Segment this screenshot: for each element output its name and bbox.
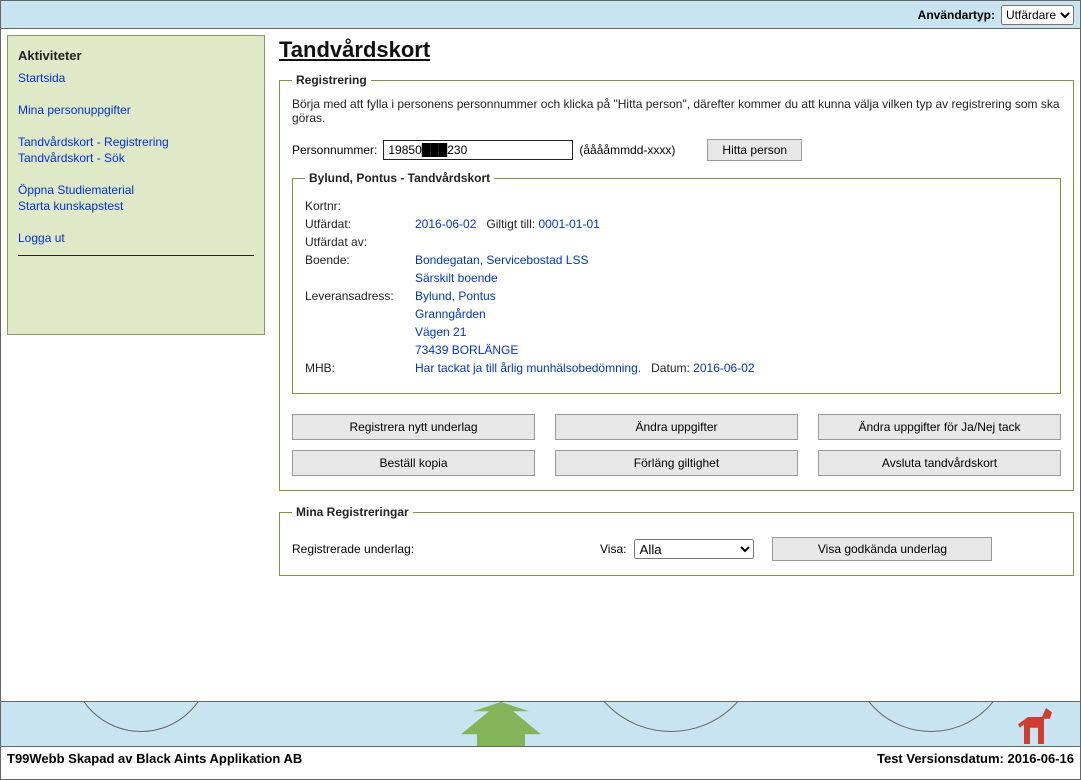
giltigt-label: Giltigt till: <box>486 217 535 231</box>
footer-decor <box>1 701 1080 747</box>
kortnr-label: Kortnr: <box>305 199 415 213</box>
sidebar-item-studiematerial[interactable]: Öppna Studiematerial <box>18 183 254 197</box>
personnummer-hint: (ååååmmdd-xxxx) <box>579 143 675 157</box>
registrerade-underlag-label: Registrerade underlag: <box>292 542 592 556</box>
personnummer-input[interactable] <box>383 140 573 160</box>
footer-right: Test Versionsdatum: 2016-06-16 <box>877 751 1074 766</box>
tree-icon <box>461 702 541 747</box>
visa-label: Visa: <box>600 542 626 556</box>
mhb-label: MHB: <box>305 361 415 375</box>
footer-left: T99Webb Skapad av Black Aints Applikatio… <box>7 751 302 766</box>
hitta-person-button[interactable]: Hitta person <box>707 139 802 161</box>
tandvardskort-legend: Bylund, Pontus - Tandvårdskort <box>305 171 494 185</box>
registrering-instruction: Börja med att fylla i personens personnu… <box>292 97 1061 125</box>
user-type-select[interactable]: Utfärdare <box>1001 5 1074 25</box>
leverans-line2: Granngården <box>415 307 486 321</box>
mhb-text: Har tackat ja till årlig munhälsobedömni… <box>415 361 641 375</box>
dala-horse-icon <box>1018 708 1058 744</box>
registrera-nytt-underlag-button[interactable]: Registrera nytt underlag <box>292 414 535 440</box>
leverans-line3: Vägen 21 <box>415 325 466 339</box>
boende-label: Boende: <box>305 253 415 267</box>
visa-select[interactable]: Alla <box>634 539 754 559</box>
content-area: Aktiviteter Startsida Mina personuppgift… <box>1 29 1080 701</box>
forlang-giltighet-button[interactable]: Förläng giltighet <box>555 450 798 476</box>
mina-legend: Mina Registreringar <box>292 505 413 519</box>
leverans-line1: Bylund, Pontus <box>415 289 496 303</box>
footer-bar: T99Webb Skapad av Black Aints Applikatio… <box>1 747 1080 770</box>
main-area: Tandvårdskort Registrering Börja med att… <box>279 35 1074 695</box>
mhb-datum-label: Datum: <box>651 361 690 375</box>
giltigt-value: 0001-01-01 <box>538 217 599 231</box>
tandvardskort-fieldset: Bylund, Pontus - Tandvårdskort Kortnr: U… <box>292 171 1061 394</box>
utfardat-av-label: Utfärdat av: <box>305 235 415 249</box>
topbar: Användartyp: Utfärdare <box>1 1 1080 29</box>
sidebar-item-startsida[interactable]: Startsida <box>18 71 254 85</box>
leverans-label: Leveransadress: <box>305 289 415 303</box>
registrering-legend: Registrering <box>292 73 371 87</box>
utfardat-value: 2016-06-02 <box>415 217 476 231</box>
mina-registreringar-fieldset: Mina Registreringar Registrerade underla… <box>279 505 1074 576</box>
leverans-line4: 73439 BORLÄNGE <box>415 343 518 357</box>
sidebar-item-loggaut[interactable]: Logga ut <box>18 231 254 245</box>
visa-godkanda-button[interactable]: Visa godkända underlag <box>772 537 992 561</box>
andra-uppgifter-button[interactable]: Ändra uppgifter <box>555 414 798 440</box>
sidebar-divider <box>18 255 254 256</box>
registrering-fieldset: Registrering Börja med att fylla i perso… <box>279 73 1074 491</box>
sidebar: Aktiviteter Startsida Mina personuppgift… <box>7 35 265 335</box>
sidebar-title: Aktiviteter <box>18 48 254 63</box>
avsluta-tandvardskort-button[interactable]: Avsluta tandvårdskort <box>818 450 1061 476</box>
boende-value1: Bondegatan, Servicebostad LSS <box>415 253 588 267</box>
sidebar-item-personuppgifter[interactable]: Mina personuppgifter <box>18 103 254 117</box>
personnummer-label: Personnummer: <box>292 143 377 157</box>
sidebar-item-registrering[interactable]: Tandvårdskort - Registrering <box>18 135 254 149</box>
user-type-label: Användartyp: <box>918 8 995 22</box>
utfardat-label: Utfärdat: <box>305 217 415 231</box>
bestall-kopia-button[interactable]: Beställ kopia <box>292 450 535 476</box>
mhb-datum-value: 2016-06-02 <box>693 361 754 375</box>
sidebar-item-kunskapstest[interactable]: Starta kunskapstest <box>18 199 254 213</box>
sidebar-item-sok[interactable]: Tandvårdskort - Sök <box>18 151 254 165</box>
boende-value2: Särskilt boende <box>415 271 498 285</box>
andra-janejtack-button[interactable]: Ändra uppgifter för Ja/Nej tack <box>818 414 1061 440</box>
page-title: Tandvårdskort <box>279 37 1074 63</box>
